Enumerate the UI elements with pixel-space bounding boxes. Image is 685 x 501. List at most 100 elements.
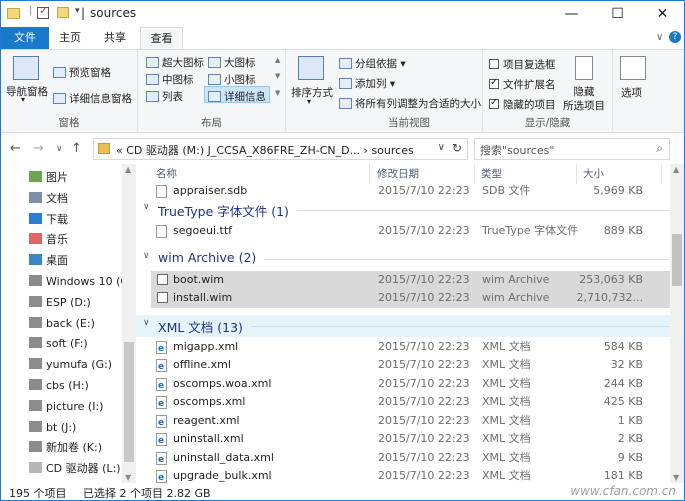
row-checkbox[interactable] — [157, 273, 168, 285]
file-list-scrollbar[interactable]: ▲ ▼ — [670, 164, 684, 483]
search-icon[interactable]: ⌕ — [656, 141, 663, 156]
file-extensions-checkbox[interactable] — [489, 77, 499, 89]
details-pane-button[interactable]: 详细信息窗格 — [53, 91, 132, 106]
file-row[interactable]: reagent.xml 2015/7/10 22:23 XML 文档 1 KB — [151, 412, 671, 432]
nav-item[interactable]: 文档 — [29, 189, 68, 209]
file-row[interactable]: boot.wim 2015/7/10 22:23 wim Archive 253,06… — [151, 270, 671, 289]
file-row[interactable]: uninstall.xml 2015/7/10 22:23 XML 文档 2 KB — [151, 430, 671, 450]
address-bar[interactable]: « CD 驱动器 (M:) J_CCSA_X86FRE_ZH-CN_D... ›… — [93, 138, 468, 160]
file-row[interactable]: migapp.xml 2015/7/10 22:23 XML 文档 584 KB — [151, 338, 671, 358]
scroll-up-icon[interactable]: ▲ — [125, 165, 131, 174]
nav-item[interactable]: Windows 10 (C — [29, 272, 128, 292]
column-separator[interactable] — [576, 164, 577, 184]
help-icon[interactable]: ? — [669, 31, 681, 43]
forward-button[interactable]: → — [33, 141, 44, 156]
scroll-up-icon[interactable]: ▲ — [673, 165, 679, 174]
search-input[interactable]: 搜索"sources" — [480, 142, 554, 158]
collapse-group-icon[interactable]: ∨ — [143, 202, 150, 212]
navigation-pane-scrollbar[interactable]: ▲ ▼ — [122, 164, 136, 483]
back-button[interactable]: ← — [10, 141, 21, 156]
nav-item[interactable]: 桌面 — [29, 251, 68, 271]
properties-quick-icon[interactable]: ✓ — [37, 4, 49, 19]
file-row[interactable]: install.wim 2015/7/10 22:23 wim Archive 2,7… — [151, 289, 671, 308]
tab-view[interactable]: 查看 — [140, 27, 183, 50]
layout-details[interactable]: 详细信息 — [208, 89, 266, 104]
recent-locations-button[interactable]: ∨ — [56, 144, 63, 154]
minimize-button[interactable]: — — [549, 1, 594, 27]
nav-item[interactable]: 图片 — [29, 168, 68, 188]
tab-file[interactable]: 文件 — [1, 27, 49, 49]
hidden-items-toggle[interactable]: 隐藏的项目 — [489, 97, 556, 112]
column-header-type[interactable]: 类型 — [481, 164, 502, 184]
file-extensions-toggle[interactable]: 文件扩展名 — [489, 77, 556, 92]
layout-scroll-down-icon[interactable]: ▼ — [275, 72, 280, 80]
scrollbar-thumb[interactable] — [124, 342, 134, 462]
column-separator[interactable] — [474, 164, 475, 184]
nav-item[interactable]: bt (J:) — [29, 418, 76, 438]
item-checkboxes-toggle[interactable]: 项目复选框 — [489, 57, 556, 72]
file-row[interactable]: uninstall_data.xml 2015/7/10 22:23 XML 文档 9… — [151, 449, 671, 469]
search-box[interactable]: 搜索"sources" ⌕ — [474, 138, 670, 160]
nav-item[interactable]: 下载 — [29, 210, 68, 230]
layout-list[interactable]: 列表 — [146, 89, 183, 104]
address-path[interactable]: « CD 驱动器 (M:) J_CCSA_X86FRE_ZH-CN_D... ›… — [116, 142, 414, 158]
file-row[interactable]: oscomps.xml 2015/7/10 22:23 XML 文档 425 KB — [151, 393, 671, 413]
column-header-date[interactable]: 修改日期 — [377, 164, 419, 184]
group-header[interactable]: ∨ XML 文档 (13) — [136, 314, 672, 337]
hide-selected-button[interactable]: 隐藏 所选项目 — [563, 85, 605, 113]
new-folder-quick-icon[interactable] — [57, 7, 69, 18]
nav-item[interactable]: yumufa (G:) — [29, 355, 112, 375]
row-checkbox[interactable] — [157, 292, 168, 303]
options-button[interactable]: 选项 — [621, 85, 642, 100]
file-row[interactable]: segoeui.ttf 2015/7/10 22:23 TrueType 字体文件 8… — [151, 222, 671, 241]
add-column-button[interactable]: 添加列 ▾ — [339, 76, 395, 91]
tab-share[interactable]: 共享 — [93, 27, 137, 49]
column-header-size[interactable]: 大小 — [583, 164, 604, 184]
layout-more-icon[interactable]: ▼ — [275, 89, 280, 97]
navigation-pane-dropdown-icon[interactable]: ▾ — [21, 95, 25, 104]
nav-item[interactable]: ESP (D:) — [29, 293, 91, 313]
nav-item[interactable]: CD 驱动器 (L:) W — [29, 459, 135, 479]
maximize-button[interactable]: ☐ — [595, 1, 640, 27]
file-type: XML 文档 — [482, 395, 531, 408]
up-button[interactable]: ↑ — [71, 141, 82, 156]
sort-dropdown-icon[interactable]: ▾ — [307, 97, 311, 106]
ribbon-collapse-icon[interactable]: ∨ — [656, 32, 663, 43]
column-separator[interactable] — [369, 164, 370, 184]
nav-item[interactable]: cbs (H:) — [29, 376, 89, 396]
column-separator[interactable] — [661, 164, 662, 184]
group-by-button[interactable]: 分组依据 ▾ — [339, 56, 406, 71]
address-dropdown-icon[interactable]: ∨ — [438, 142, 445, 153]
file-row[interactable]: upgrade_bulk.xml 2015/7/10 22:23 XML 文档 181… — [151, 467, 671, 483]
close-button[interactable]: ✕ — [640, 1, 685, 27]
tab-home[interactable]: 主页 — [49, 27, 91, 49]
collapse-group-icon[interactable]: ∨ — [143, 251, 150, 261]
nav-item[interactable]: 新加卷 (K:) — [29, 438, 102, 458]
item-checkboxes-checkbox[interactable] — [489, 59, 499, 69]
hidden-items-checkbox[interactable] — [489, 97, 499, 109]
sort-by-button[interactable]: 排序方式 — [291, 85, 333, 100]
layout-scroll-up-icon[interactable]: ▲ — [275, 56, 280, 64]
nav-item[interactable]: 音乐 — [29, 230, 68, 250]
refresh-icon[interactable]: ↻ — [452, 141, 462, 155]
column-header-name[interactable]: 名称 — [156, 164, 177, 184]
group-header[interactable]: ∨ TrueType 字体文件 (1) — [136, 199, 672, 221]
preview-pane-button[interactable]: 预览窗格 — [53, 65, 111, 80]
scroll-down-icon[interactable]: ▼ — [673, 473, 679, 482]
fit-columns-button[interactable]: 将所有列调整为合适的大小 — [339, 96, 481, 111]
nav-item[interactable]: soft (F:) — [29, 334, 88, 354]
scrollbar-thumb[interactable] — [672, 234, 682, 286]
group-header[interactable]: ∨ wim Archive (2) — [136, 248, 672, 270]
layout-xlarge-icons[interactable]: 超大图标 — [146, 55, 204, 70]
nav-item[interactable]: back (E:) — [29, 314, 95, 334]
layout-medium-icons[interactable]: 中图标 — [146, 72, 194, 87]
file-row[interactable]: oscomps.woa.xml 2015/7/10 22:23 XML 文档 244 … — [151, 375, 671, 395]
layout-small-icons[interactable]: 小图标 — [208, 72, 256, 87]
file-row[interactable]: offline.xml 2015/7/10 22:23 XML 文档 32 KB — [151, 356, 671, 376]
nav-item[interactable]: picture (I:) — [29, 397, 103, 417]
collapse-group-icon[interactable]: ∨ — [143, 318, 150, 328]
file-row[interactable]: appraiser.sdb 2015/7/10 22:23 SDB 文件 5,969 … — [151, 182, 671, 201]
scroll-down-icon[interactable]: ▼ — [125, 473, 131, 482]
layout-large-icons[interactable]: 大图标 — [208, 55, 256, 70]
navigation-pane-button[interactable]: 导航窗格 — [6, 84, 48, 99]
